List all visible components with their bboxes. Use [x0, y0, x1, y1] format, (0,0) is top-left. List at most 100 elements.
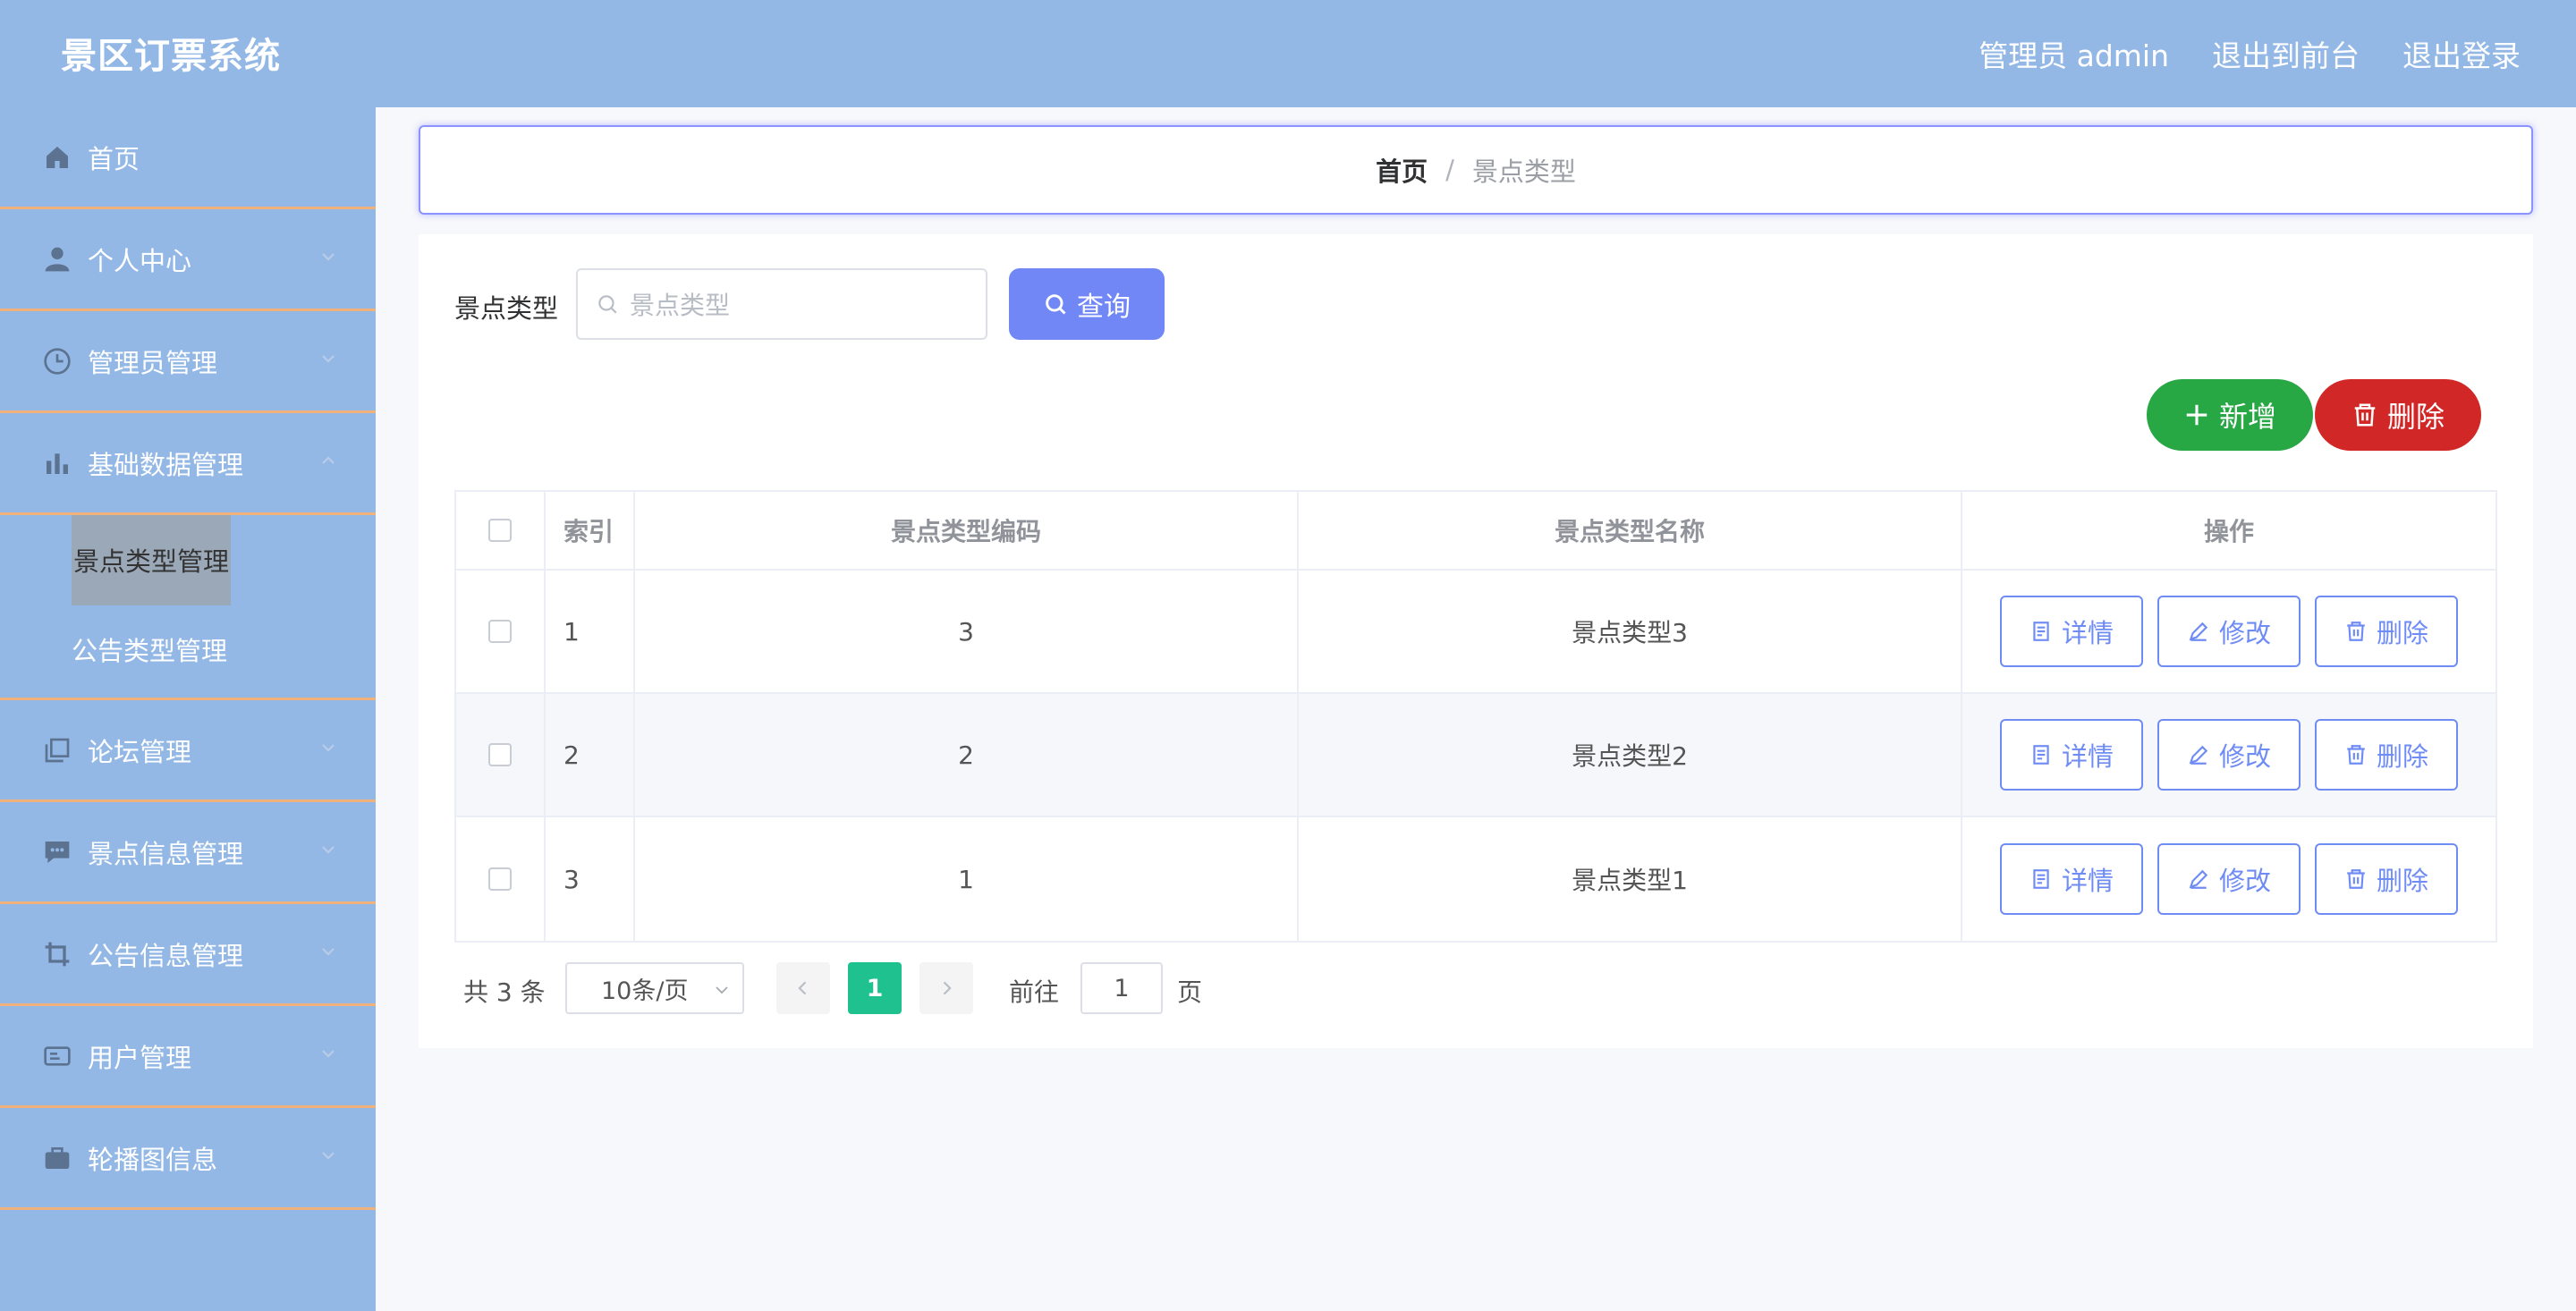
add-button[interactable]: 新增 [2147, 379, 2313, 451]
search-icon [1046, 294, 1066, 315]
search-input[interactable]: 景点类型 [576, 268, 987, 340]
delete-button[interactable]: 删除 [2315, 596, 2458, 667]
header-ops: 操作 [2203, 517, 2254, 546]
plus-icon [2186, 404, 2207, 426]
document-icon [2033, 869, 2049, 889]
delete-button-label: 删除 [2376, 741, 2428, 772]
edit-button[interactable]: 修改 [2157, 843, 2301, 915]
top-links: 管理员 admin 退出到前台 退出登录 [1979, 32, 2521, 75]
sidebar-item-label: 基础数据管理 [88, 449, 244, 480]
detail-button[interactable]: 详情 [2000, 719, 2143, 791]
pagination: 共 3 条 10条/页 1 前往 1 页 [454, 962, 1259, 1014]
detail-button-label: 详情 [2061, 618, 2114, 648]
next-page-button[interactable] [919, 962, 973, 1014]
cell-index: 1 [546, 571, 635, 692]
logout-link[interactable]: 退出登录 [2402, 32, 2521, 75]
header-index: 索引 [546, 492, 635, 569]
exit-to-front-link[interactable]: 退出到前台 [2212, 32, 2360, 75]
edit-button-label: 修改 [2218, 741, 2271, 772]
delete-button[interactable]: 删除 [2315, 843, 2458, 915]
detail-button[interactable]: 详情 [2000, 843, 2143, 915]
edit-icon [2189, 745, 2208, 765]
table-header-row: 索引 景点类型编码 景点类型名称 操作 [456, 492, 2496, 571]
delete-button-label: 删除 [2376, 618, 2428, 648]
sidebar-item-basic-data-management[interactable]: 基础数据管理 [0, 413, 376, 515]
search-label: 景点类型 [454, 293, 559, 324]
query-button[interactable]: 查询 [1009, 268, 1165, 340]
document-icon [2033, 622, 2049, 641]
cell-index: 3 [546, 817, 635, 941]
chevron-down-icon [716, 986, 728, 994]
sidebar-item-notice-info-management[interactable]: 公告信息管理 [0, 904, 376, 1006]
breadcrumb: 首页 / 景点类型 [419, 125, 2533, 215]
delete-button-label: 删除 [2376, 866, 2428, 896]
row-checkbox[interactable] [488, 743, 512, 766]
user-icon [43, 245, 72, 274]
chevron-down-icon [320, 943, 336, 960]
main-content: 景点类型 景点类型 查询 新增 删除 索引 景点类型编码 景点类型名称 操作 1… [419, 234, 2533, 1048]
sidebar-item-label: 用户管理 [88, 1042, 192, 1073]
cell-name: 景点类型1 [1299, 817, 1962, 941]
breadcrumb-home[interactable]: 首页 [1376, 151, 1428, 189]
cell-ops: 详情 修改 删除 [1962, 694, 2496, 816]
trash-icon [2347, 869, 2365, 889]
card-icon [43, 1042, 72, 1070]
row-checkbox[interactable] [488, 620, 512, 643]
trash-icon [2347, 745, 2365, 765]
sidebar-item-label: 管理员管理 [88, 347, 218, 378]
trash-icon [2347, 622, 2365, 641]
sidebar-item-label: 首页 [88, 143, 140, 174]
sidebar-item-carousel-info[interactable]: 轮播图信息 [0, 1108, 376, 1210]
select-all-checkbox[interactable] [488, 519, 512, 542]
sidebar-item-label: 公告信息管理 [88, 940, 244, 971]
chevron-down-icon [320, 1045, 336, 1061]
row-checkbox[interactable] [488, 867, 512, 891]
detail-button-label: 详情 [2061, 741, 2114, 772]
page-size-select[interactable]: 10条/页 [565, 962, 744, 1014]
copy-icon [43, 736, 72, 765]
search-icon [598, 295, 617, 314]
edit-button-label: 修改 [2218, 866, 2271, 896]
bulk-delete-button[interactable]: 删除 [2315, 379, 2481, 451]
sidebar-item-label: 景点信息管理 [88, 838, 244, 869]
sidebar-item-label: 论坛管理 [88, 736, 192, 767]
sidebar-item-user-management[interactable]: 用户管理 [0, 1006, 376, 1108]
cell-ops: 详情 修改 删除 [1962, 817, 2496, 941]
admin-user-link[interactable]: 管理员 admin [1979, 32, 2169, 75]
sidebar-item-admin-management[interactable]: 管理员管理 [0, 311, 376, 413]
cell-index: 2 [546, 694, 635, 816]
briefcase-icon [43, 1144, 72, 1172]
table-row: 3 1 景点类型1 详情 修改 删除 [456, 817, 2496, 941]
pagination-total: 共 3 条 [463, 977, 546, 1007]
row-checkbox-cell [456, 817, 546, 941]
edit-icon [2189, 869, 2208, 889]
chevron-down-icon [320, 249, 336, 265]
goto-page-input[interactable]: 1 [1080, 962, 1163, 1014]
submenu-basic-data: 景点类型管理 公告类型管理 [0, 514, 376, 700]
row-checkbox-cell [456, 571, 546, 692]
home-icon [43, 143, 72, 172]
document-icon [2033, 745, 2049, 765]
prev-page-button[interactable] [776, 962, 830, 1014]
sidebar-item-personal-center[interactable]: 个人中心 [0, 209, 376, 311]
page-number-current[interactable]: 1 [848, 962, 902, 1014]
table-row: 2 2 景点类型2 详情 修改 删除 [456, 694, 2496, 817]
chevron-left-icon [798, 981, 807, 995]
page-size-value: 10条/页 [601, 977, 689, 1005]
sidebar-item-scenic-info-management[interactable]: 景点信息管理 [0, 802, 376, 904]
sidebar-subitem-notice-type-management[interactable]: 公告类型管理 [0, 605, 376, 694]
sidebar-subitem-scenic-type-management[interactable]: 景点类型管理 [0, 514, 376, 605]
table-row: 1 3 景点类型3 详情 修改 删除 [456, 571, 2496, 694]
delete-button[interactable]: 删除 [2315, 719, 2458, 791]
sidebar-item-home[interactable]: 首页 [0, 107, 376, 209]
add-button-label: 新增 [2218, 400, 2276, 434]
detail-button[interactable]: 详情 [2000, 596, 2143, 667]
edit-button[interactable]: 修改 [2157, 719, 2301, 791]
sidebar-item-forum-management[interactable]: 论坛管理 [0, 700, 376, 802]
clock-icon [43, 347, 72, 376]
edit-button[interactable]: 修改 [2157, 596, 2301, 667]
cell-name: 景点类型3 [1299, 571, 1962, 692]
data-table: 索引 景点类型编码 景点类型名称 操作 1 3 景点类型3 详情 修改 删除 2… [454, 490, 2497, 943]
edit-icon [2189, 622, 2208, 641]
chevron-down-icon [320, 1147, 336, 1163]
